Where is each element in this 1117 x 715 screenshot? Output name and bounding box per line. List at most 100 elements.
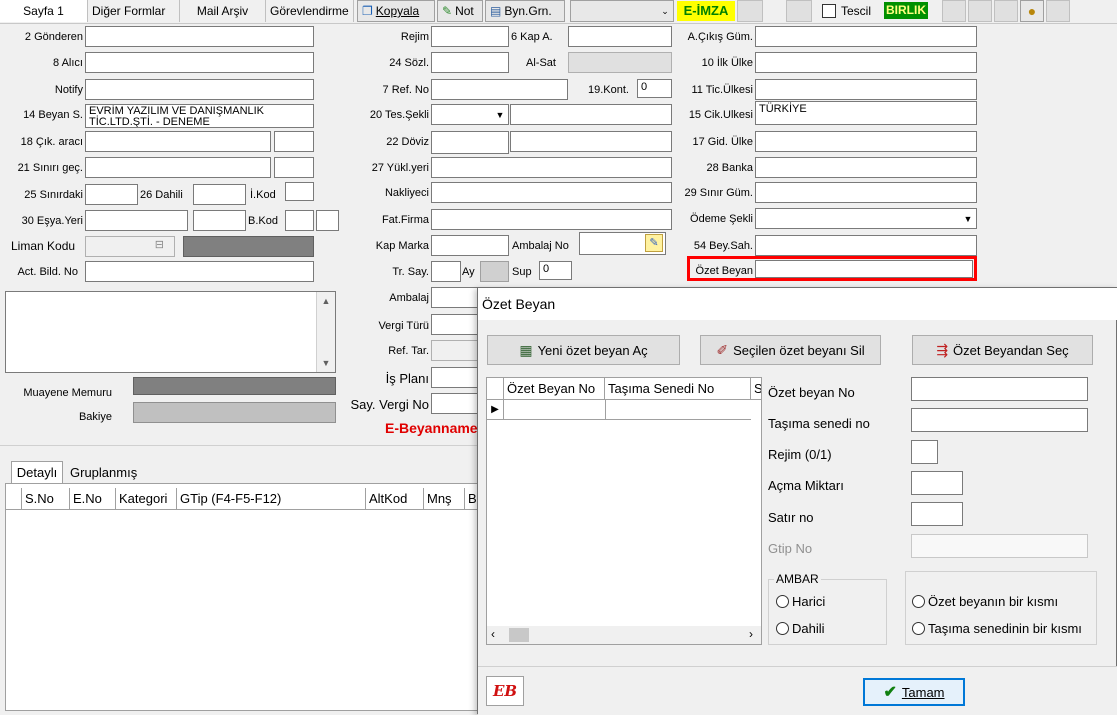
tescil-checkbox[interactable] — [822, 4, 836, 18]
toolbar-blank-2[interactable] — [786, 0, 812, 22]
grid-row[interactable] — [504, 400, 751, 420]
yukl-field[interactable] — [431, 157, 672, 178]
gid-ulke-field[interactable] — [755, 131, 977, 152]
tab-gorevlendirme[interactable]: Görevlendirme — [266, 0, 354, 22]
a-cikis-field[interactable] — [755, 26, 977, 47]
ozet-bir-kismi-radio[interactable]: Özet beyanın bir kısmı — [912, 594, 1058, 609]
col-ozet-beyan-no[interactable]: Özet Beyan No — [504, 378, 605, 400]
bkod-field-2[interactable] — [316, 210, 339, 231]
tab-sayfa1[interactable]: Sayfa 1 — [0, 0, 88, 22]
scrollbar-vertical[interactable]: ▲ ▼ — [316, 292, 335, 372]
sinir-gec-field[interactable] — [85, 157, 271, 178]
detail-grid[interactable]: S.No E.No Kategori GTip (F4-F5-F12) AltK… — [5, 483, 480, 711]
is-plani-field[interactable] — [431, 367, 481, 388]
col-mns[interactable]: Mnş — [424, 488, 465, 510]
harici-radio[interactable]: Harici — [776, 594, 825, 609]
doviz-field[interactable] — [431, 131, 509, 154]
vergi-turu-field[interactable] — [431, 314, 481, 335]
satir-field[interactable] — [911, 502, 963, 526]
toolbar-combo[interactable]: ⌄ — [570, 0, 674, 22]
tab-mail-arsiv[interactable]: Mail Arşiv — [180, 0, 266, 22]
ozet-no-field[interactable] — [911, 377, 1088, 401]
ambalaj-no-field[interactable]: ✎ — [579, 232, 666, 255]
notes-textarea[interactable]: ▲ ▼ — [5, 291, 336, 373]
toolbar-blank-5[interactable] — [994, 0, 1018, 22]
sozl24-field[interactable] — [431, 52, 509, 73]
not-button[interactable]: ✎ Not — [437, 0, 483, 22]
dahili26-field[interactable] — [193, 184, 246, 205]
byn-grn-button[interactable]: ▤ Byn.Grn. — [485, 0, 565, 22]
cik-arac-field-2[interactable] — [274, 131, 314, 152]
nakliyeci-field[interactable] — [431, 182, 672, 203]
liman-kodu-field[interactable]: ⊟ — [85, 236, 175, 257]
sinirdaki-field[interactable] — [85, 184, 138, 205]
tab-gruplanmis[interactable]: Gruplanmış — [66, 463, 150, 483]
scroll-down-icon[interactable]: ▼ — [317, 354, 335, 372]
toolbar-blank-4[interactable] — [968, 0, 992, 22]
dialog-titlebar[interactable] — [478, 288, 1117, 320]
bey-sah-field[interactable] — [755, 235, 977, 256]
col-s[interactable]: S — [751, 378, 761, 400]
ref7-field[interactable] — [431, 79, 568, 100]
esya-yeri-field-2[interactable] — [193, 210, 246, 231]
dahili-radio[interactable]: Dahili — [776, 621, 825, 636]
toolbar-blank-1[interactable] — [737, 0, 763, 22]
scroll-right-icon[interactable]: › — [749, 627, 753, 641]
kopyala-button[interactable]: ❐ Kopyala — [357, 0, 435, 22]
tab-detayli[interactable]: Detaylı — [11, 461, 63, 483]
sinir-gum-field[interactable] — [755, 182, 977, 203]
tasima-no-field[interactable] — [911, 408, 1088, 432]
alici-field[interactable] — [85, 52, 314, 73]
ref-tar-field[interactable] — [431, 340, 481, 361]
toolbar-blank-3[interactable] — [942, 0, 966, 22]
bkod-field[interactable] — [285, 210, 314, 231]
rejim-field[interactable] — [431, 26, 509, 47]
say-vergi-field[interactable] — [431, 393, 481, 414]
odeme-combo[interactable]: ▼ — [755, 208, 977, 229]
eimza-button[interactable]: E-İMZA — [677, 1, 735, 21]
col-altkod[interactable]: AltKod — [366, 488, 424, 510]
tasima-bir-kismi-radio[interactable]: Taşıma senedinin bir kısmı — [912, 621, 1082, 636]
scroll-thumb[interactable] — [509, 628, 529, 642]
esya-yeri-field[interactable] — [85, 210, 188, 231]
edit-icon[interactable]: ✎ — [645, 234, 663, 252]
dialog-rejim-field[interactable] — [911, 440, 938, 464]
banka-field[interactable] — [755, 157, 977, 178]
tamam-button[interactable]: ✔ Tamam — [863, 678, 965, 706]
kap6-field[interactable] — [568, 26, 672, 47]
sinir-gec-field-2[interactable] — [274, 157, 314, 178]
col-kategori[interactable]: Kategori — [116, 488, 177, 510]
col-tasima-senedi-no[interactable]: Taşıma Senedi No — [605, 378, 751, 400]
toolbar-blank-6[interactable] — [1046, 0, 1070, 22]
tes-sekli-field[interactable] — [510, 104, 672, 125]
scrollbar-horizontal[interactable]: ‹ › — [487, 626, 761, 644]
cik-ulke-field[interactable]: TÜRKİYE — [755, 101, 977, 125]
scroll-left-icon[interactable]: ‹ — [491, 627, 495, 641]
col-sno[interactable]: S.No — [22, 488, 70, 510]
ikod-field[interactable] — [285, 182, 314, 201]
scroll-up-icon[interactable]: ▲ — [317, 292, 335, 310]
tes-sekli-combo[interactable]: ▼ — [431, 104, 509, 125]
ilk-ulke-field[interactable] — [755, 52, 977, 73]
acma-field[interactable] — [911, 471, 963, 495]
cik-arac-field[interactable] — [85, 131, 271, 152]
coins-icon[interactable]: ● — [1020, 0, 1044, 22]
act-bild-field[interactable] — [85, 261, 314, 282]
kont19-field[interactable]: 0 — [637, 79, 672, 98]
sil-ozet-beyan-button[interactable]: ✐ Seçilen özet beyanı Sil — [700, 335, 881, 365]
beyan-field[interactable]: EVRİM YAZILIM VE DANIŞMANLIK TİC.LTD.ŞTİ… — [85, 104, 314, 128]
sup-field[interactable]: 0 — [539, 261, 572, 280]
tr-say-field[interactable] — [431, 261, 461, 282]
ambalaj-field[interactable] — [431, 287, 481, 308]
kap-marka-field[interactable] — [431, 235, 509, 256]
ozet-beyan-field[interactable] — [755, 260, 973, 278]
col-eno[interactable]: E.No — [70, 488, 116, 510]
gonderen-field[interactable] — [85, 26, 314, 47]
birlik-button[interactable]: BIRLIK — [884, 2, 928, 19]
ozet-beyandan-sec-button[interactable]: ⇶ Özet Beyandan Seç — [912, 335, 1093, 365]
notify-field[interactable] — [85, 79, 314, 100]
doviz-desc-field[interactable] — [510, 131, 672, 152]
tab-diger-formlar[interactable]: Diğer Formlar — [88, 0, 180, 22]
yeni-ozet-beyan-button[interactable]: ▦ Yeni özet beyan Aç — [487, 335, 680, 365]
ozet-grid[interactable]: Özet Beyan No Taşıma Senedi No S ▶ ‹ › — [486, 377, 762, 645]
